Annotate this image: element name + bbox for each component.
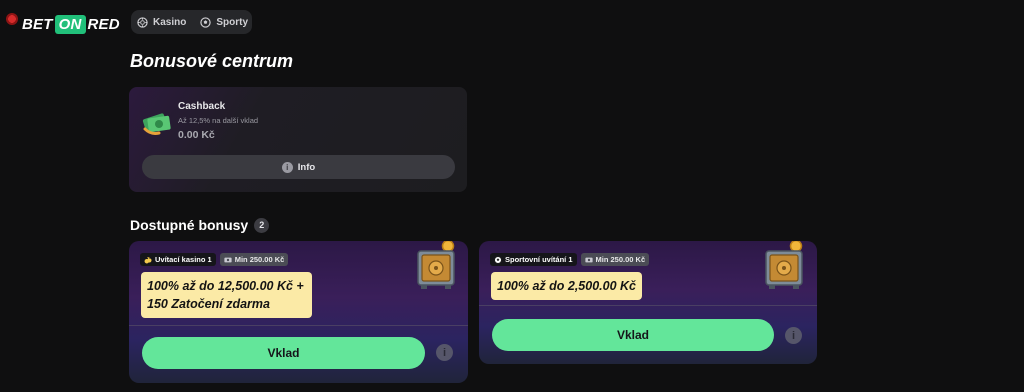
top-navigation: Kasino Sporty	[131, 10, 252, 34]
safe-icon	[765, 241, 803, 289]
cash-icon	[142, 113, 171, 135]
min-deposit-label: Min 250.00 Kč	[234, 255, 285, 264]
deposit-button[interactable]: Vklad	[142, 337, 425, 369]
bonus-tags: Uvítací kasino 1 Min 250.00 Kč	[140, 253, 289, 266]
soccer-ball-icon	[494, 255, 502, 264]
min-deposit-label: Min 250.00 Kč	[595, 255, 646, 264]
bonus-card-sport: Sportovní uvítání 1 Min 250.00 Kč 100% a…	[479, 241, 817, 364]
bonus-count-badge: 2	[254, 217, 270, 233]
min-deposit-tag: Min 250.00 Kč	[219, 253, 289, 266]
card-divider	[129, 325, 468, 326]
bonus-card-casino: Uvítací kasino 1 Min 250.00 Kč 100% až d…	[129, 241, 468, 383]
bonus-name-label: Uvítací kasino 1	[155, 255, 212, 264]
banknote-icon	[584, 257, 593, 262]
soccer-ball-icon	[200, 16, 212, 28]
brand-part-bet: BET	[22, 15, 53, 33]
cashback-card: Cashback Až 12,5% na další vklad 0.00 Kč…	[129, 87, 467, 192]
cashback-title: Cashback	[178, 101, 226, 112]
nav-item-sporty[interactable]: Sporty	[200, 17, 248, 28]
bonus-name-tag: Sportovní uvítání 1	[490, 253, 577, 266]
brand-part-red: RED	[87, 15, 120, 33]
bonus-name-label: Sportovní uvítání 1	[505, 255, 573, 264]
bonus-offer: 100% až do 12,500.00 Kč + 150 Zatočení z…	[141, 272, 312, 318]
card-divider	[479, 305, 817, 306]
available-bonuses-title: Dostupné bonusy	[130, 217, 249, 233]
banknote-icon	[224, 257, 232, 262]
nav-item-kasino[interactable]: Kasino	[137, 17, 186, 28]
bonus-offer: 100% až do 2,500.00 Kč	[491, 272, 642, 300]
bonus-info-icon[interactable]: i	[436, 344, 453, 361]
info-icon: i	[281, 161, 293, 173]
bonus-info-icon[interactable]: i	[785, 327, 802, 344]
casino-chip-icon	[137, 16, 148, 28]
cashback-subtitle: Až 12,5% na další vklad	[178, 116, 259, 125]
min-deposit-tag: Min 250.00 Kč	[580, 253, 650, 266]
page-title: Bonusové centrum	[130, 51, 294, 71]
safe-icon	[417, 241, 455, 289]
bonus-name-tag: Uvítací kasino 1	[140, 253, 216, 266]
brand-name: BET ON RED	[22, 14, 120, 34]
info-button-label: Info	[297, 161, 316, 173]
nav-item-label: Kasino	[153, 16, 187, 28]
cashback-amount: 0.00 Kč	[178, 129, 215, 141]
available-bonuses-heading: Dostupné bonusy 2	[130, 217, 270, 233]
cashback-info-button[interactable]: i Info	[142, 155, 455, 179]
money-bag-icon	[144, 256, 152, 263]
nav-item-label: Sporty	[216, 16, 249, 28]
deposit-button[interactable]: Vklad	[492, 319, 774, 351]
brand-logo[interactable]: BET ON RED	[6, 13, 120, 35]
brand-part-on: ON	[54, 14, 86, 34]
bonus-tags: Sportovní uvítání 1 Min 250.00 Kč	[490, 253, 650, 266]
casino-chip-icon	[6, 13, 18, 25]
